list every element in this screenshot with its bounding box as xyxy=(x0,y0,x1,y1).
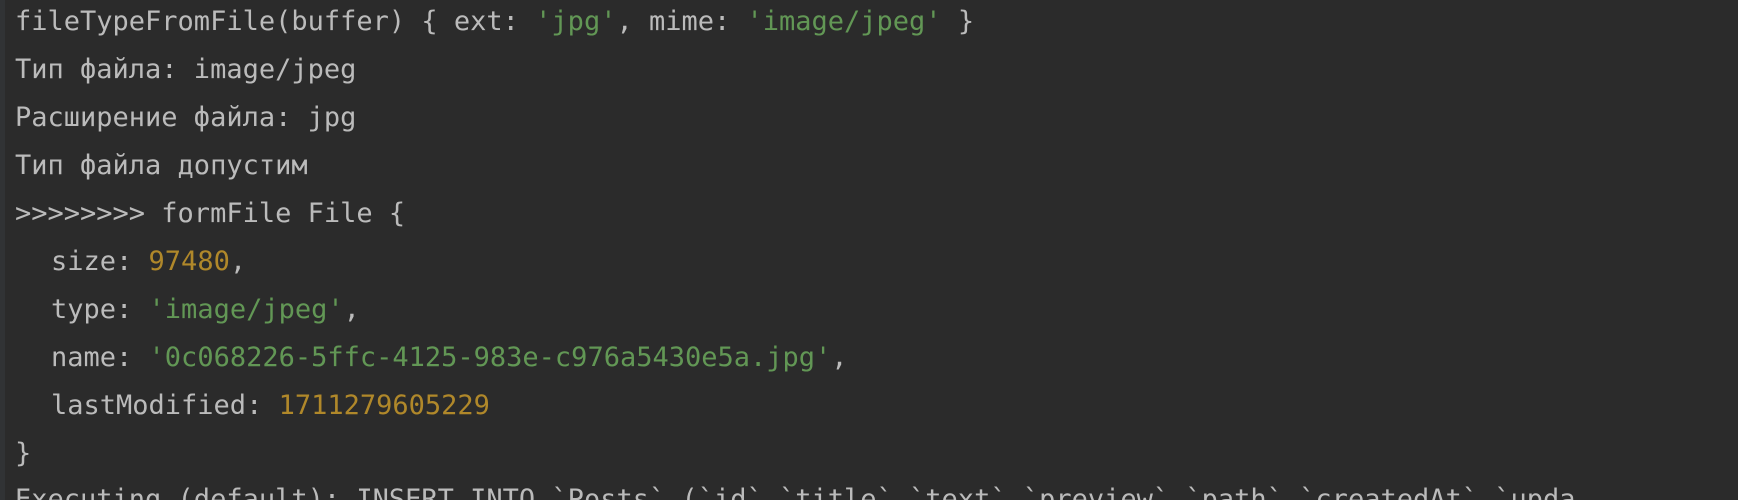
console-line-mime-type: type: 'image/jpeg', xyxy=(15,292,360,328)
console-output[interactable]: fileTypeFromFile(buffer) { ext: 'jpg', m… xyxy=(0,0,1738,500)
console-line-type: Тип файла: image/jpeg xyxy=(15,54,357,85)
size-comma: , xyxy=(229,246,247,277)
console-line-name: name: '0c068226-5ffc-4125-983e-c976a5430… xyxy=(15,340,848,376)
lastmodified-value: 1711279605229 xyxy=(278,390,490,421)
name-value: '0c068226-5ffc-4125-983e-c976a5430e5a.jp… xyxy=(148,342,832,373)
console-line-size: size: 97480, xyxy=(15,244,246,280)
filetype-mid: , mime: xyxy=(616,6,747,37)
name-comma: , xyxy=(831,342,848,373)
filetype-suffix: } xyxy=(941,6,975,37)
size-value: 97480 xyxy=(148,246,230,277)
filetype-prefix: fileTypeFromFile(buffer) { ext: xyxy=(15,6,536,37)
size-key: size: xyxy=(51,246,149,277)
gutter-edge xyxy=(0,0,5,500)
filetype-mime-value: 'image/jpeg' xyxy=(746,6,942,37)
console-line-allowed: Тип файла допустим xyxy=(15,150,308,181)
console-line-sql: Executing (default): INSERT INTO `Posts`… xyxy=(15,484,1576,500)
type-comma: , xyxy=(343,294,360,325)
type-key: type: xyxy=(51,294,149,325)
lastmodified-key: lastModified: xyxy=(51,390,279,421)
name-key: name: xyxy=(51,342,149,373)
console-line-extension: Расширение файла: jpg xyxy=(15,102,357,133)
console-line-filetype: fileTypeFromFile(buffer) { ext: 'jpg', m… xyxy=(15,4,974,40)
console-line-closing-brace: } xyxy=(15,438,32,469)
console-line-formfile: >>>>>>>> formFile File { xyxy=(15,198,406,229)
filetype-ext-value: 'jpg' xyxy=(535,6,617,37)
console-line-lastmodified: lastModified: 1711279605229 xyxy=(15,388,490,424)
type-value: 'image/jpeg' xyxy=(148,294,344,325)
